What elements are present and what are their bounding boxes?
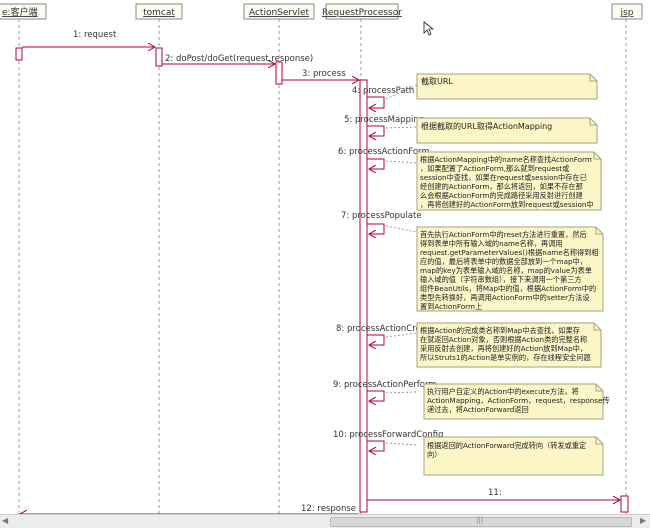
sequence-diagram: e:客户端 tomcat ActionServlet RequestProces… (0, 3, 643, 527)
message-label-11: 11: (488, 488, 502, 498)
note-7-line-2: 向） (427, 450, 441, 459)
message-arrow-9 (367, 390, 385, 401)
mouse-cursor-icon (423, 21, 435, 36)
note-5-line-1: 根据Action的完成类名称到Map中去查找，如果存 (420, 326, 580, 335)
note-5: 根据Action的完成类名称到Map中去查找，如果存 在就返回Action对象，… (416, 322, 602, 368)
note-6-line-1: 执行用户自定义的Action中的execute方法，将 (427, 387, 579, 396)
lifeline-label-requestprocessor: RequestProcessor (322, 8, 402, 18)
message-arrow-7 (367, 223, 385, 234)
activation-client (15, 47, 23, 61)
scroll-left-arrow-icon[interactable]: ◀ (2, 516, 8, 525)
note-5-line-2: 在就返回Action对象，否则根据Action类的完整名称 (420, 335, 587, 344)
note-7: 根据返回的ActionForward完成转向（转发或重定 向） (423, 436, 604, 476)
note-4-line-6: 输入域的值（字符串数组），接下来调用一个第三方 (420, 275, 582, 284)
note-4-line-7: 组件BeanUtils，将Map中的值，根据ActionForm中的 (420, 284, 596, 293)
note-2: 根据截取的URL取得ActionMapping (416, 117, 598, 144)
activation-requestprocessor (359, 79, 368, 513)
message-arrow-6 (367, 158, 385, 169)
lifeline-label-actionservlet: ActionServlet (249, 8, 310, 18)
note-1: 截取URL (416, 73, 598, 100)
note-connectors (385, 84, 418, 446)
message-label-1: 1: request (73, 30, 117, 40)
activation-actionservlet (275, 61, 283, 85)
note-3-line-5: 么会根据ActionForm的完成路径采用反射进行创建 (420, 191, 583, 200)
note-5-line-3: 采用反射去创建，再将创建好的Action放到Map中， (420, 344, 587, 353)
activation-tomcat (155, 47, 163, 67)
note-6-line-2: ActionMapping，ActionForm，request，respons… (427, 396, 610, 405)
note-4-line-2: 得到表单中所有输入域的name名称，再调用 (420, 239, 563, 248)
message-label-3: 3: process (302, 69, 346, 79)
message-label-7: 7: processPopulate (341, 211, 422, 221)
svg-text:截取URL: 截取URL (421, 76, 453, 86)
svg-text:根据ActionMapping中的name名称查找Actio: 根据ActionMapping中的name名称查找ActionForm ，如果配… (420, 155, 594, 209)
note-4-line-9: 置到ActionForm上 (420, 302, 482, 311)
activation-jsp (620, 495, 629, 513)
lifeline-header-tomcat[interactable]: tomcat (135, 3, 183, 20)
note-5-line-4: 所以Struts1的Action是单实例的，存在线程安全问题 (420, 353, 591, 362)
message-label-9: 9: processActionPerform (333, 380, 437, 390)
lifeline-header-actionservlet[interactable]: ActionServlet (243, 3, 315, 20)
message-label-6: 6: processActionForm (338, 147, 430, 157)
lifeline-label-client: e:客户端 (2, 6, 38, 18)
lifeline-header-jsp[interactable]: jsp (611, 3, 643, 20)
message-label-2: 2: doPost/doGet(request,response) (165, 54, 313, 64)
message-arrow-8 (367, 334, 385, 345)
message-label-4: 4: processPath (352, 86, 414, 96)
note-4: 首先执行ActionForm中的reset方法进行重置，然后 得到表单中所有输入… (416, 226, 604, 312)
note-4-line-4: 应的值，最后将表单中的数据全部放到一个map中， (420, 257, 587, 266)
lifeline-label-tomcat: tomcat (143, 8, 175, 18)
note-3-line-4: 经创建的ActionForm，那么将返回，如果不存在那 (420, 182, 583, 191)
note-3-line-6: ，再将创建好的ActionForm放到request或session中 (420, 200, 594, 209)
lifeline-header-requestprocessor[interactable]: RequestProcessor (322, 3, 402, 20)
note-4-line-3: request.getParameterValues()根据name名称得到相 (420, 248, 599, 257)
note-2-line-1: 根据截取的URL取得ActionMapping (421, 121, 552, 131)
note-6-line-3: 递过去，将ActionForward返回 (427, 405, 529, 414)
note-7-line-1: 根据返回的ActionForward完成转向（转发或重定 (427, 441, 586, 450)
note-4-line-1: 首先执行ActionForm中的reset方法进行重置，然后 (420, 230, 587, 239)
note-4-line-5: map的key为表单输入域的名称，map的value为表单 (420, 266, 592, 275)
note-3-line-2: ，如果配置了ActionForm,那么就到request或 (420, 164, 569, 173)
note-3-line-3: session中查找，如果在request或session中存在已 (420, 173, 587, 182)
lifeline-label-jsp: jsp (620, 8, 634, 18)
svg-text:根据Action的完成类名称到Map中去查找，如果存: 根据Action的完成类名称到Map中去查找，如果存 在就返回Action对象，… (420, 326, 591, 362)
message-arrow-4 (367, 96, 385, 108)
message-arrow-10 (367, 440, 385, 451)
scroll-right-arrow-icon[interactable]: ▶ (640, 516, 646, 525)
message-label-12: 12: response (301, 504, 356, 514)
svg-text:根据截取的URL取得ActionMapping: 根据截取的URL取得ActionMapping (421, 121, 552, 131)
note-6: 执行用户自定义的Action中的execute方法，将 ActionMappin… (423, 383, 610, 420)
note-3: 根据ActionMapping中的name名称查找ActionForm ，如果配… (416, 151, 602, 211)
horizontal-scrollbar[interactable]: ◀ ||| ▶ (0, 514, 650, 528)
lifeline-header-client[interactable]: e:客户端 (0, 3, 47, 20)
scrollbar-grip-icon: ||| (476, 516, 484, 524)
note-1-line-1: 截取URL (421, 76, 453, 86)
note-3-line-1: 根据ActionMapping中的name名称查找ActionForm (420, 155, 592, 164)
message-arrow-5 (367, 125, 385, 136)
message-label-5: 5: processMapping (344, 115, 424, 125)
note-4-line-8: 类型先转换好，再调用ActionForm中的setter方法设 (420, 293, 590, 302)
